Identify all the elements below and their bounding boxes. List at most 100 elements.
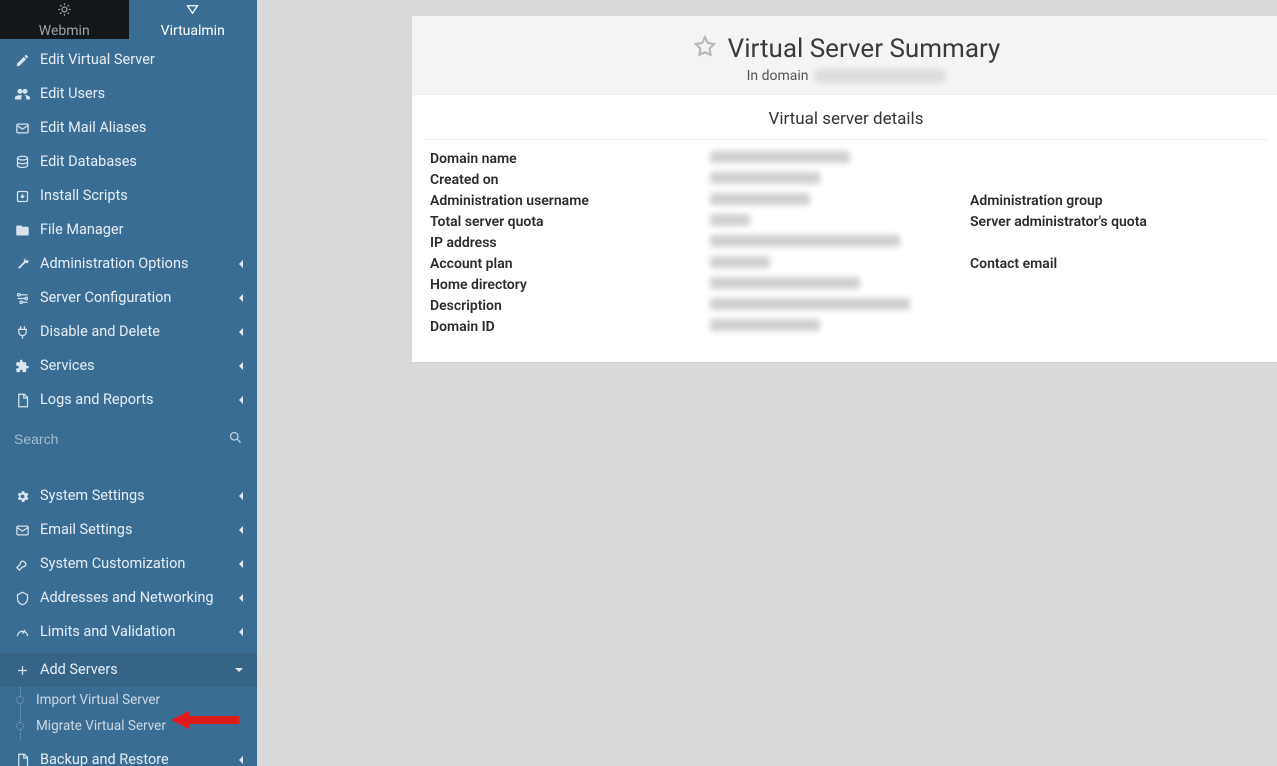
database-icon <box>14 154 30 170</box>
panel-header: Virtual Server Summary In domain <box>412 16 1277 95</box>
detail-key-ip-address: IP address <box>430 234 710 252</box>
sidebar-item-label: Edit Mail Aliases <box>40 119 243 137</box>
sidebar-item-limits-validation[interactable]: Limits and Validation <box>0 615 257 649</box>
sidebar-item-label: File Manager <box>40 221 243 239</box>
sidebar-item-label: Disable and Delete <box>40 323 229 341</box>
sidebar-item-system-settings[interactable]: System Settings <box>0 479 257 513</box>
sidebar-item-label: Administration Options <box>40 255 229 273</box>
page-subtitle: In domain <box>422 68 1270 84</box>
sidebar-item-migrate-virtual-server[interactable]: Migrate Virtual Server <box>28 713 257 739</box>
detail-value-contact-email <box>1170 255 1262 273</box>
details-grid: Domain name Created on Administration us… <box>412 140 1277 362</box>
sidebar-item-backup-restore[interactable]: Backup and Restore <box>0 743 257 766</box>
document-icon <box>14 752 30 766</box>
sidebar-item-administration-options[interactable]: Administration Options <box>0 247 257 281</box>
edit-icon <box>14 52 30 68</box>
sidebar-item-addresses-networking[interactable]: Addresses and Networking <box>0 581 257 615</box>
detail-value-ip-address <box>710 234 970 252</box>
sidebar-item-label: Server Configuration <box>40 289 229 307</box>
redacted-domain <box>815 69 945 83</box>
detail-key-domain-id: Domain ID <box>430 318 710 336</box>
submenu-label: Migrate Virtual Server <box>36 718 166 734</box>
sidebar-item-label: Backup and Restore <box>40 751 229 766</box>
caret-left-icon <box>239 260 243 268</box>
sidebar-item-edit-users[interactable]: Edit Users <box>0 77 257 111</box>
sidebar-item-file-manager[interactable]: File Manager <box>0 213 257 247</box>
sidebar: Webmin Virtualmin Edit Virtual Server Ed… <box>0 0 257 766</box>
sidebar-item-label: Limits and Validation <box>40 623 229 641</box>
summary-panel: Virtual Server Summary In domain Virtual… <box>412 16 1277 362</box>
sidebar-item-label: Addresses and Networking <box>40 589 229 607</box>
plug-icon <box>14 324 30 340</box>
sidebar-item-label: Logs and Reports <box>40 391 229 409</box>
main-content: Virtual Server Summary In domain Virtual… <box>257 0 1277 766</box>
subtitle-prefix: In domain <box>747 68 809 84</box>
gauge-icon <box>14 624 30 640</box>
puzzle-icon <box>14 358 30 374</box>
sidebar-item-label: Add Servers <box>40 661 225 679</box>
webmin-logo-icon <box>57 2 72 21</box>
detail-value-home-directory <box>710 276 970 294</box>
sidebar-item-add-servers[interactable]: Add Servers <box>0 653 257 687</box>
sidebar-item-system-customization[interactable]: System Customization <box>0 547 257 581</box>
sidebar-item-logs-reports[interactable]: Logs and Reports <box>0 383 257 417</box>
search-input[interactable] <box>14 427 220 452</box>
caret-left-icon <box>239 396 243 404</box>
detail-key-description: Description <box>430 297 710 315</box>
install-icon <box>14 188 30 204</box>
detail-key-total-quota: Total server quota <box>430 213 710 231</box>
sidebar-item-edit-virtual-server[interactable]: Edit Virtual Server <box>0 43 257 77</box>
submenu-label: Import Virtual Server <box>36 692 160 708</box>
sidebar-item-label: Email Settings <box>40 521 229 539</box>
detail-value-account-plan <box>710 255 970 273</box>
detail-value-total-quota <box>710 213 970 231</box>
caret-left-icon <box>239 492 243 500</box>
detail-value-domain-id <box>710 318 970 336</box>
mail-icon <box>14 522 30 538</box>
sidebar-search <box>0 421 257 463</box>
sidebar-item-edit-databases[interactable]: Edit Databases <box>0 145 257 179</box>
sidebar-item-label: System Customization <box>40 555 229 573</box>
document-icon <box>14 392 30 408</box>
sidebar-item-add-servers-group: Add Servers Import Virtual Server Migrat… <box>0 649 257 743</box>
caret-left-icon <box>239 560 243 568</box>
detail-value-description <box>710 297 970 315</box>
detail-key-contact-email: Contact email <box>970 255 1170 273</box>
search-icon[interactable] <box>228 430 243 449</box>
sidebar-item-label: Services <box>40 357 229 375</box>
tab-virtualmin[interactable]: Virtualmin <box>129 0 258 39</box>
sliders-icon <box>14 290 30 306</box>
caret-left-icon <box>239 362 243 370</box>
detail-value-admin-group <box>1170 192 1262 210</box>
sidebar-item-email-settings[interactable]: Email Settings <box>0 513 257 547</box>
sidebar-item-server-configuration[interactable]: Server Configuration <box>0 281 257 315</box>
spanner-icon <box>14 556 30 572</box>
add-servers-submenu: Import Virtual Server Migrate Virtual Se… <box>0 687 257 739</box>
sidebar-item-install-scripts[interactable]: Install Scripts <box>0 179 257 213</box>
star-icon[interactable] <box>692 34 718 64</box>
sidebar-item-import-virtual-server[interactable]: Import Virtual Server <box>28 687 257 713</box>
sidebar-item-services[interactable]: Services <box>0 349 257 383</box>
detail-value-admin-quota <box>1170 213 1262 231</box>
page-title: Virtual Server Summary <box>728 34 1001 64</box>
caret-left-icon <box>239 526 243 534</box>
sidebar-item-label: Edit Users <box>40 85 243 103</box>
virtualmin-logo-icon <box>185 2 200 21</box>
detail-key-created-on: Created on <box>430 171 710 189</box>
caret-left-icon <box>239 294 243 302</box>
sidebar-secondary-group: System Settings Email Settings System Cu… <box>0 475 257 766</box>
users-icon <box>14 86 30 102</box>
sidebar-item-disable-delete[interactable]: Disable and Delete <box>0 315 257 349</box>
mail-icon <box>14 120 30 136</box>
caret-down-icon <box>235 668 243 672</box>
gear-icon <box>14 488 30 504</box>
folder-icon <box>14 222 30 238</box>
detail-value-admin-username <box>710 192 970 210</box>
sidebar-primary-group: Edit Virtual Server Edit Users Edit Mail… <box>0 39 257 421</box>
caret-left-icon <box>239 594 243 602</box>
sidebar-item-label: Edit Databases <box>40 153 243 171</box>
wrench-icon <box>14 256 30 272</box>
sidebar-item-edit-mail-aliases[interactable]: Edit Mail Aliases <box>0 111 257 145</box>
tab-webmin[interactable]: Webmin <box>0 0 129 39</box>
detail-key-admin-quota: Server administrator's quota <box>970 213 1170 231</box>
